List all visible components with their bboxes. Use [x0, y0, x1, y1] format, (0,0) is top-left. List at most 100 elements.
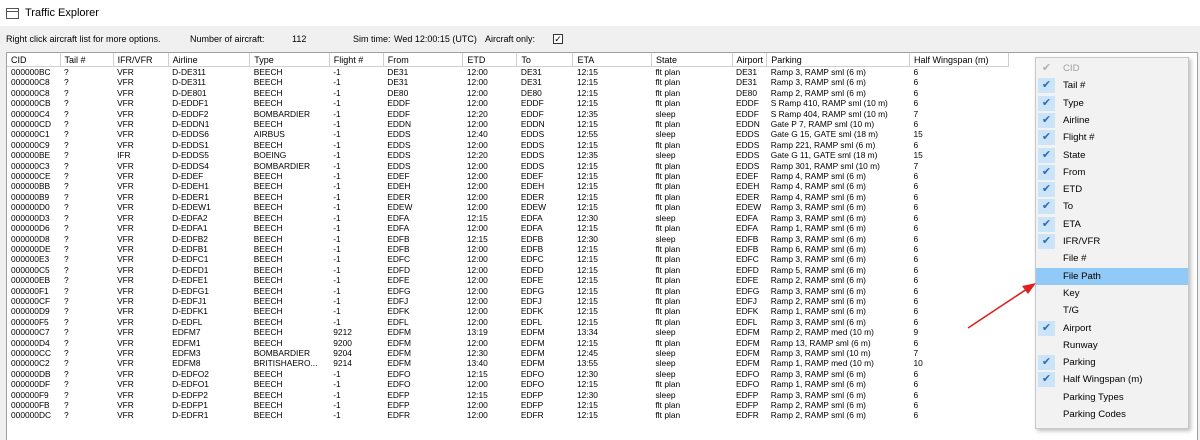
table-cell: EDFM: [387, 337, 412, 348]
menu-item-from[interactable]: ✔ From: [1036, 164, 1188, 181]
table-row[interactable]: 000000C3? VFR D-EDDS4 BOMBARDIER -1 EDDS 12:00…: [7, 161, 1009, 171]
menu-item-ifr-vfr[interactable]: ✔ IFR/VFR: [1036, 233, 1188, 250]
table-row[interactable]: 000000CF? VFR D-EDFJ1 BEECH -1 EDFJ 12:00 EDFJ 1…: [7, 296, 1009, 306]
table-cell: D-DE311: [172, 67, 206, 77]
table-cell: EDFB: [736, 233, 759, 244]
menu-item-runway[interactable]: Runway: [1036, 337, 1188, 354]
menu-item-key[interactable]: Key: [1036, 285, 1188, 302]
table-row[interactable]: 000000D3? VFR D-EDFA2 BEECH -1 EDFA 12:15 EDFA 1…: [7, 213, 1009, 223]
table-row[interactable]: 000000D6? VFR D-EDFA1 BEECH -1 EDFA 12:00 EDFA 1…: [7, 223, 1009, 233]
menu-item-state[interactable]: ✔ State: [1036, 147, 1188, 164]
table-cell: ?: [64, 87, 69, 98]
table-row[interactable]: 000000D8? VFR D-EDFB2 BEECH -1 EDFB 12:15 EDFB 1…: [7, 234, 1009, 244]
table-row[interactable]: 000000C5? VFR D-EDFD1 BEECH -1 EDFD 12:00 EDFD 1…: [7, 265, 1009, 275]
table-cell: 12:40: [466, 129, 488, 140]
menu-item-half-wingspan-m[interactable]: ✔ Half Wingspan (m): [1036, 371, 1188, 388]
column-header[interactable]: Type: [249, 53, 330, 67]
table-cell: D-EDFP2: [172, 389, 208, 400]
menu-item-parking-types[interactable]: Parking Types: [1036, 389, 1188, 406]
table-row[interactable]: 000000DB? VFR D-EDFO2 BEECH -1 EDFO 12:15 EDFO 1…: [7, 369, 1009, 379]
table-row[interactable]: 000000DF? VFR D-EDFO1 BEECH -1 EDFO 12:00 EDFO 1…: [7, 379, 1009, 389]
table-row[interactable]: 000000C8? VFR D-DE801 BEECH -1 DE80 12:00 DE80 1…: [7, 88, 1009, 98]
table-cell: 9212: [333, 327, 352, 338]
menu-item-t-g[interactable]: T/G: [1036, 302, 1188, 319]
table-row[interactable]: 000000CD? VFR D-EDDN1 BEECH -1 EDDN 12:00 EDDN 1…: [7, 119, 1009, 129]
table-row[interactable]: 000000C1? VFR D-EDDS6 AIRBUS -1 EDDS 12:40 EDDS…: [7, 129, 1009, 139]
table-row[interactable]: 000000C8? VFR D-DE311 BEECH -1 DE31 12:00 DE31 1…: [7, 77, 1009, 87]
column-header[interactable]: IFR/VFR: [113, 53, 169, 67]
table-row[interactable]: 000000BE? IFR D-EDDS5 BOEING -1 EDDS 12:20 EDDS…: [7, 150, 1009, 160]
table-cell: 12:00: [466, 87, 488, 98]
menu-item-etd[interactable]: ✔ ETD: [1036, 181, 1188, 198]
menu-item-tail[interactable]: ✔ Tail #: [1036, 77, 1188, 94]
menu-item-label: To: [1063, 201, 1074, 213]
aircraft-list[interactable]: CID Tail # IFR/VFR Airline Type Flight # From E…: [6, 52, 1198, 440]
table-cell: EDFD: [387, 264, 411, 275]
column-header[interactable]: Half Wingspan (m): [909, 53, 1010, 67]
menu-item-parking[interactable]: ✔ Parking: [1036, 354, 1188, 371]
table-row[interactable]: 000000CE? VFR D-EDEF BEECH -1 EDEF 12:00 EDEF 12…: [7, 171, 1009, 181]
table-cell: 12:00: [466, 243, 488, 254]
menu-item-file[interactable]: File #: [1036, 250, 1188, 267]
table-row[interactable]: 000000C7? VFR EDFM7 BEECH 9212 EDFM 13:19 EDFM 1…: [7, 327, 1009, 337]
table-row[interactable]: 000000D4? VFR EDFM1 BEECH 9200 EDFM 12:00 EDFM 1…: [7, 338, 1009, 348]
table-row[interactable]: 000000DE? VFR D-EDFB1 BEECH -1 EDFB 12:00 EDFB 1…: [7, 244, 1009, 254]
menu-item-to[interactable]: ✔ To: [1036, 198, 1188, 215]
table-cell: 6: [913, 202, 919, 213]
table-row[interactable]: 000000C4? VFR D-EDDF2 BOMBARDIER -1 EDDF 12:20…: [7, 109, 1009, 119]
table-cell: D-EDFA1: [172, 223, 208, 234]
table-cell: 6: [913, 337, 919, 348]
table-cell: VFR: [117, 379, 134, 390]
menu-item-flight[interactable]: ✔ Flight #: [1036, 129, 1188, 146]
table-cell: EDDS: [520, 129, 545, 140]
table-row[interactable]: 000000C9? VFR D-EDDS1 BEECH -1 EDDS 12:00 EDDS 1…: [7, 140, 1009, 150]
table-cell: 6: [913, 389, 919, 400]
aircraft-only-checkbox[interactable]: ✓: [553, 34, 563, 44]
menu-item-parking-codes[interactable]: Parking Codes: [1036, 406, 1188, 423]
table-row[interactable]: 000000E3? VFR D-EDFC1 BEECH -1 EDFC 12:00 EDFC 1…: [7, 254, 1009, 264]
table-row[interactable]: 000000FB? VFR D-EDFP1 BEECH -1 EDFP 12:00 EDFP 1…: [7, 400, 1009, 410]
table-cell: EDFA: [520, 212, 543, 223]
menu-item-file-path[interactable]: File Path: [1036, 267, 1188, 285]
table-cell: D-EDDS5: [172, 150, 209, 161]
column-header[interactable]: ETD: [462, 53, 518, 67]
table-row[interactable]: 000000D9? VFR D-EDFK1 BEECH -1 EDFK 12:00 EDFK 1…: [7, 306, 1009, 316]
table-row[interactable]: 000000BC? VFR D-DE311 BEECH -1 DE31 12:00 DE31 1…: [7, 67, 1009, 78]
menu-item-type[interactable]: ✔ Type: [1036, 95, 1188, 112]
column-header[interactable]: CID: [7, 53, 61, 67]
table-cell: sleep: [655, 358, 676, 369]
column-header[interactable]: State: [651, 53, 733, 67]
table-cell: EDFM: [387, 347, 412, 358]
table-cell: flt plan: [655, 306, 681, 317]
table-row[interactable]: 000000D0? VFR D-EDEW1 BEECH -1 EDEW 12:00 EDEW 1…: [7, 202, 1009, 212]
table-cell: EDFK: [387, 306, 410, 317]
table-row[interactable]: 000000B9? VFR D-EDER1 BEECH -1 EDER 12:00 EDER 1…: [7, 192, 1009, 202]
table-row[interactable]: 000000BB? VFR D-EDEH1 BEECH -1 EDEH 12:00 EDEH 1…: [7, 181, 1009, 191]
column-header[interactable]: Airport: [732, 53, 768, 67]
menu-item-eta[interactable]: ✔ ETA: [1036, 216, 1188, 233]
column-header[interactable]: Flight #: [329, 53, 384, 67]
table-cell: 000000F1: [11, 285, 49, 296]
table-row[interactable]: 000000C2? VFR EDFM8 BRITISHAERO... 9214 EDFM 1…: [7, 358, 1009, 368]
menu-item-label: Airport: [1063, 322, 1092, 334]
column-header[interactable]: ETA: [572, 53, 652, 67]
table-row[interactable]: 000000EB? VFR D-EDFE1 BEECH -1 EDFE 12:00 EDFE 1…: [7, 275, 1009, 285]
table-cell: -1: [333, 368, 341, 379]
table-row[interactable]: 000000DC? VFR D-EDFR1 BEECH -1 EDFR 12:00 EDFR 1…: [7, 410, 1009, 420]
column-header[interactable]: Airline: [168, 53, 251, 67]
column-header[interactable]: Tail #: [60, 53, 114, 67]
table-header: CID Tail # IFR/VFR Airline Type Flight # From E…: [7, 53, 1010, 67]
menu-item-airport[interactable]: ✔ Airport: [1036, 320, 1188, 337]
table-row[interactable]: 000000CB? VFR D-EDDF1 BEECH -1 EDDF 12:00 EDDF 1…: [7, 98, 1009, 108]
table-cell: BEECH: [253, 191, 283, 202]
column-header[interactable]: Parking: [766, 53, 910, 67]
column-header[interactable]: From: [383, 53, 464, 67]
menu-item-airline[interactable]: ✔ Airline: [1036, 112, 1188, 129]
table-cell: flt plan: [655, 67, 681, 77]
table-row[interactable]: 000000F1? VFR D-EDFG1 BEECH -1 EDFG 12:00 EDFG 1…: [7, 286, 1009, 296]
menu-item-label: Half Wingspan (m): [1063, 374, 1143, 386]
table-row[interactable]: 000000CC? VFR EDFM3 BOMBARDIER 9204 EDFM 12:30…: [7, 348, 1009, 358]
table-row[interactable]: 000000F5? VFR D-EDFL BEECH -1 EDFL 12:00 EDFL 12…: [7, 317, 1009, 327]
column-header[interactable]: To: [516, 53, 574, 67]
table-row[interactable]: 000000F9? VFR D-EDFP2 BEECH -1 EDFP 12:15 EDFP 1…: [7, 390, 1009, 400]
